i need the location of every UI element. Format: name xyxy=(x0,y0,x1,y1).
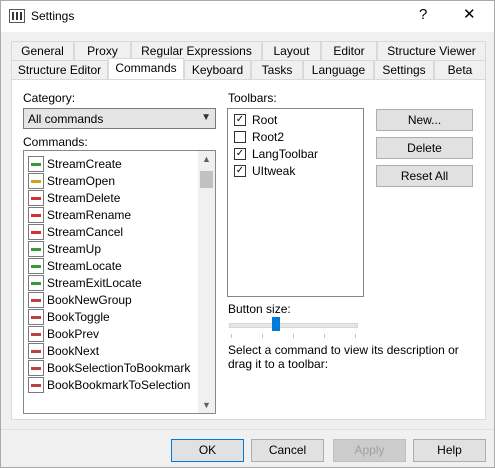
scroll-down-icon[interactable]: ▼ xyxy=(202,400,211,410)
apply-button[interactable]: Apply xyxy=(333,439,406,462)
command-description: Select a command to view its description… xyxy=(228,343,459,371)
stream-locate-icon xyxy=(28,258,44,274)
checkbox-unchecked[interactable] xyxy=(234,131,246,143)
tab-layout[interactable]: Layout xyxy=(262,41,321,60)
toolbars-list[interactable]: ✓ Root Root2 ✓ LangToolbar ✓ UItweak xyxy=(227,108,364,297)
tab-general[interactable]: General xyxy=(11,41,74,60)
list-item-label: BookNewGroup xyxy=(47,293,132,307)
stream-rename-icon xyxy=(28,207,44,223)
stream-up-icon xyxy=(28,241,44,257)
title-bar: Settings ? ✕ xyxy=(1,1,494,32)
stream-cancel-icon xyxy=(28,224,44,240)
toolbar-item-label: Root xyxy=(252,113,278,127)
tab-commands[interactable]: Commands xyxy=(108,58,184,79)
list-item-label: BookSelectionToBookmark xyxy=(47,361,191,375)
checkbox-checked[interactable]: ✓ xyxy=(234,114,246,126)
reset-all-button[interactable]: Reset All xyxy=(376,165,473,187)
toolbar-item-label: Root2 xyxy=(252,130,285,144)
list-item-label: BookNext xyxy=(47,344,100,358)
settings-window: Settings ? ✕ General Proxy Regular Expre… xyxy=(0,0,495,468)
stream-delete-icon xyxy=(28,190,44,206)
list-item-label: StreamOpen xyxy=(47,174,116,188)
stream-exit-locate-icon xyxy=(28,275,44,291)
window-title: Settings xyxy=(31,9,75,23)
tab-tasks[interactable]: Tasks xyxy=(251,60,303,79)
list-item-label: BookPrev xyxy=(47,327,100,341)
list-item-label: BookBookmarkToSelection xyxy=(47,378,191,392)
tab-editor[interactable]: Editor xyxy=(321,41,377,60)
tab-structure-editor[interactable]: Structure Editor xyxy=(11,60,108,79)
tab-beta[interactable]: Beta xyxy=(434,60,486,79)
footer-divider xyxy=(1,429,494,430)
book-toggle-icon xyxy=(28,309,44,325)
scroll-up-icon[interactable]: ▲ xyxy=(202,154,211,164)
commands-scrollbar[interactable]: ▲ ▼ xyxy=(198,151,215,413)
checkbox-checked[interactable]: ✓ xyxy=(234,148,246,160)
book-bookmark-icon xyxy=(28,377,44,393)
chevron-down-icon: ▼ xyxy=(201,112,211,123)
category-value: All commands xyxy=(28,112,104,126)
tab-language[interactable]: Language xyxy=(303,60,374,79)
help-icon[interactable]: ? xyxy=(419,6,427,23)
stream-create-icon xyxy=(28,156,44,172)
close-icon[interactable]: ✕ xyxy=(463,5,476,23)
checkbox-checked[interactable]: ✓ xyxy=(234,165,246,177)
list-item-label: StreamUp xyxy=(47,242,102,256)
commands-label: Commands: xyxy=(23,135,88,149)
category-label: Category: xyxy=(23,91,76,105)
book-new-group-icon xyxy=(28,292,44,308)
tab-keyboard[interactable]: Keyboard xyxy=(184,60,251,79)
list-item-label: StreamDelete xyxy=(47,191,121,205)
tab-settings[interactable]: Settings xyxy=(374,60,434,79)
delete-toolbar-button[interactable]: Delete xyxy=(376,137,473,159)
list-item-label: StreamRename xyxy=(47,208,132,222)
button-size-slider-thumb[interactable] xyxy=(271,317,280,331)
cancel-button[interactable]: Cancel xyxy=(251,439,324,462)
stream-open-icon xyxy=(28,173,44,189)
button-size-label: Button size: xyxy=(228,302,291,316)
commands-list[interactable]: StreamCreate StreamOpen StreamDelete Stream… xyxy=(23,150,216,414)
toolbar-item-label: UItweak xyxy=(252,164,296,178)
category-dropdown[interactable]: All commands ▼ xyxy=(23,108,216,129)
scroll-thumb[interactable] xyxy=(200,171,213,188)
app-icon xyxy=(9,9,25,23)
slider-ticks xyxy=(231,334,356,338)
book-next-icon xyxy=(28,343,44,359)
tab-structure-viewer[interactable]: Structure Viewer xyxy=(377,41,486,60)
toolbars-label: Toolbars: xyxy=(228,91,277,105)
list-item-label: StreamCreate xyxy=(47,157,122,171)
list-item-label: StreamLocate xyxy=(47,259,122,273)
button-size-slider[interactable] xyxy=(229,323,358,328)
toolbar-item-label: LangToolbar xyxy=(252,147,319,161)
new-toolbar-button[interactable]: New... xyxy=(376,109,473,131)
list-item-label: BookToggle xyxy=(47,310,110,324)
book-prev-icon xyxy=(28,326,44,342)
list-item-label: StreamExitLocate xyxy=(47,276,142,290)
list-item-label: StreamCancel xyxy=(47,225,124,239)
book-selection-icon xyxy=(28,360,44,376)
ok-button[interactable]: OK xyxy=(171,439,244,462)
help-button[interactable]: Help xyxy=(413,439,486,462)
